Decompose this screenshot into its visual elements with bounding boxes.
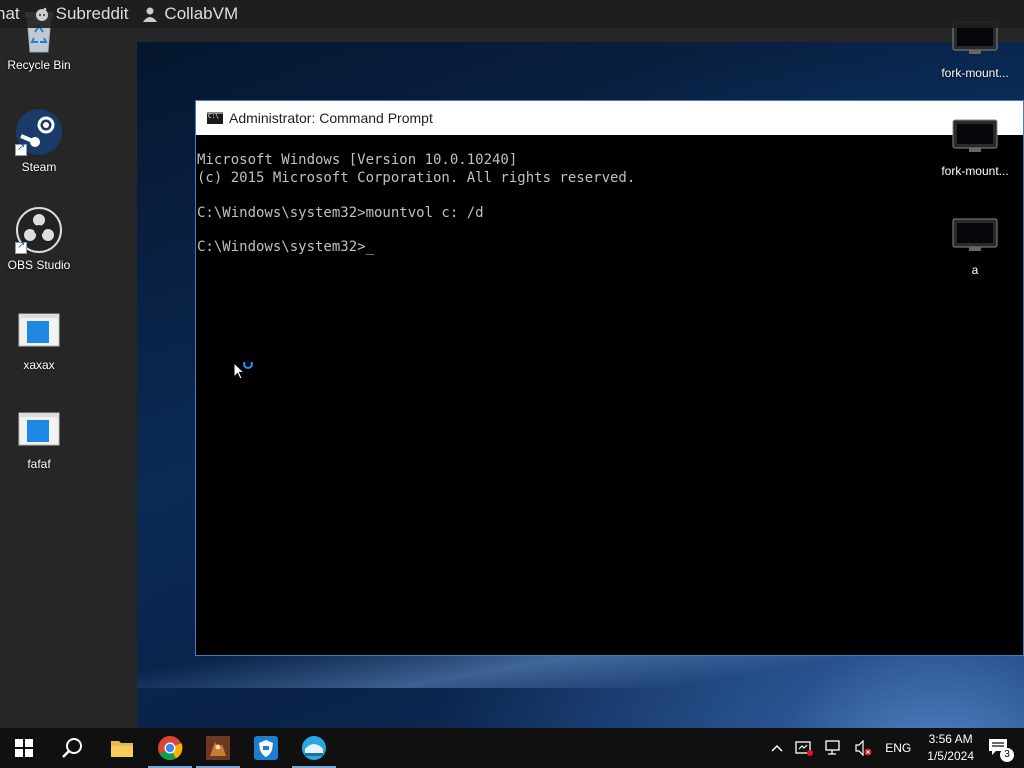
file-explorer-icon — [111, 741, 133, 757]
start-button[interactable] — [0, 728, 48, 768]
topbar-subreddit-label: Subreddit — [55, 4, 129, 23]
desktop-icon-obs-studio[interactable]: OBS Studio — [0, 206, 78, 272]
chevron-up-icon — [771, 744, 783, 752]
desktop-icon-label: fork-mount... — [941, 164, 1009, 178]
console-prompt: C:\Windows\system32> — [197, 239, 366, 256]
system-tray: ENG 3:56 AM 1/5/2024 3 — [765, 728, 1024, 768]
steam-icon — [15, 108, 63, 156]
topbar-collabvm-link[interactable]: CollabVM — [142, 4, 238, 24]
network-icon — [825, 740, 840, 755]
console-prompt-line: C:\Windows\system32> — [197, 239, 1023, 256]
taskbar-chrome[interactable] — [146, 728, 194, 768]
desktop-icon-label: Steam — [21, 160, 57, 174]
search-button[interactable] — [48, 728, 96, 768]
tray-language[interactable]: ENG — [885, 741, 911, 755]
desktop-icon-label: Recycle Bin — [7, 58, 71, 72]
collabvm-topbar: hat Subreddit CollabVM — [0, 0, 1024, 28]
shield-app-icon — [254, 736, 278, 760]
clock-date: 1/5/2024 — [927, 749, 974, 763]
globe-app-icon — [302, 736, 326, 760]
command-prompt-window[interactable]: Administrator: Command Prompt Microsoft … — [195, 100, 1024, 656]
tray-volume-button[interactable] — [855, 740, 873, 756]
desktop-icon-xaxax[interactable]: xaxax — [0, 306, 78, 372]
cmd-icon — [207, 112, 223, 124]
desktop-icon-label: fafaf — [27, 457, 51, 471]
desktop-icon-fork-mount-2[interactable]: fork-mount... — [935, 116, 1015, 178]
desktop-icon-fafaf[interactable]: fafaf — [0, 405, 78, 471]
taskbar-app[interactable] — [194, 728, 242, 768]
topbar-subreddit-link[interactable]: Subreddit — [34, 4, 129, 24]
monitor-icon — [951, 215, 999, 259]
console-line: Microsoft Windows [Version 10.0.10240] — [197, 152, 518, 169]
topbar-chat-label: hat — [0, 4, 20, 23]
tray-overflow-button[interactable] — [771, 744, 783, 752]
volume-muted-icon — [855, 740, 872, 756]
taskbar-file-explorer[interactable] — [98, 728, 146, 768]
app-icon — [206, 736, 230, 760]
reddit-icon — [35, 7, 48, 21]
desktop-icon-label: OBS Studio — [7, 258, 71, 272]
desktop-icon-a[interactable]: a — [935, 215, 1015, 277]
desktop-icon-label: fork-mount... — [941, 66, 1009, 80]
tray-network-button[interactable] — [825, 740, 843, 756]
window-file-icon — [15, 306, 63, 354]
chrome-icon — [158, 736, 183, 761]
taskbar: ENG 3:56 AM 1/5/2024 3 — [0, 728, 1024, 768]
desktop-icon-label: xaxax — [23, 358, 55, 372]
obs-icon — [15, 206, 63, 254]
clock-time: 3:56 AM — [928, 732, 973, 746]
action-center-button[interactable]: 3 — [988, 738, 1014, 762]
monitor-icon — [951, 116, 999, 160]
shortcut-arrow-icon — [15, 142, 27, 156]
console-line: (c) 2015 Microsoft Corporation. All righ… — [197, 169, 636, 186]
taskbar-shield-app[interactable] — [242, 728, 290, 768]
topbar-collabvm-label: CollabVM — [164, 4, 239, 23]
start-icon — [15, 739, 33, 757]
window-titlebar[interactable]: Administrator: Command Prompt — [196, 101, 1023, 135]
search-icon — [62, 738, 82, 758]
console-output[interactable]: Microsoft Windows [Version 10.0.10240] (c… — [196, 135, 1023, 292]
desktop-icon-label: a — [971, 263, 979, 277]
notification-count-badge: 3 — [1000, 748, 1014, 762]
user-icon — [143, 7, 158, 22]
tray-security-button[interactable] — [795, 740, 814, 756]
window-title: Administrator: Command Prompt — [229, 110, 433, 126]
taskbar-globe-app[interactable] — [290, 728, 338, 768]
tray-clock[interactable]: 3:56 AM 1/5/2024 — [927, 731, 974, 765]
shortcut-arrow-icon — [15, 240, 27, 254]
security-center-icon — [795, 741, 814, 756]
desktop-icon-steam[interactable]: Steam — [0, 108, 78, 174]
window-file-icon — [15, 405, 63, 453]
topbar-chat-link[interactable]: hat — [0, 4, 20, 24]
busy-cursor-icon — [233, 362, 253, 380]
console-line: C:\Windows\system32>mountvol c: /d — [197, 204, 484, 221]
